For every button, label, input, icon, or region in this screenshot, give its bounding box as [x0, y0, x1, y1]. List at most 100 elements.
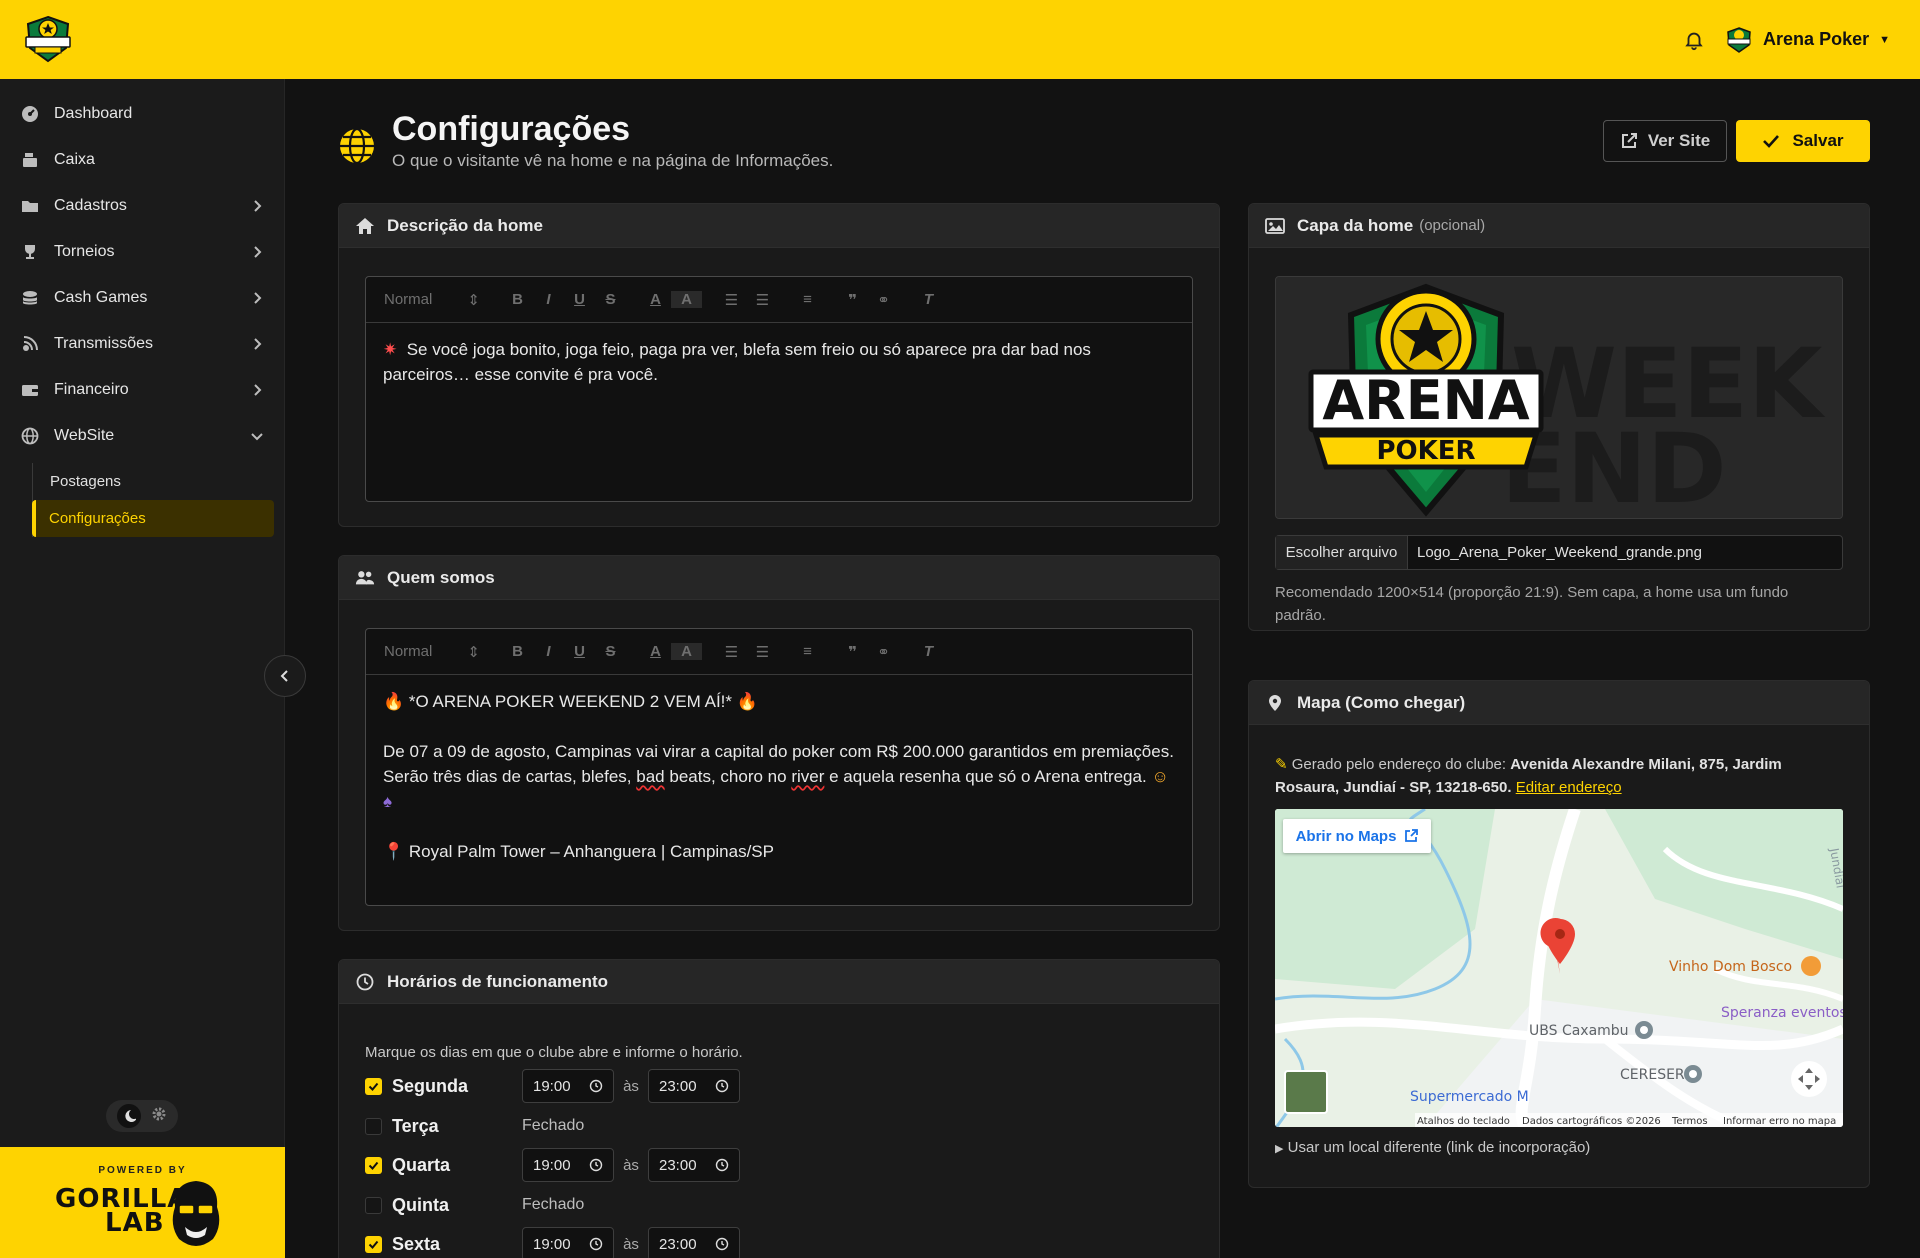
moon-icon[interactable] — [117, 1104, 141, 1128]
map-pin-icon — [1265, 693, 1285, 713]
sidebar-item-torneios[interactable]: Torneios — [0, 229, 284, 275]
magic-wand-icon: ✎ — [1275, 756, 1288, 773]
home-icon — [355, 216, 375, 236]
use-other-location-toggle[interactable]: ▶ Usar um local diferente (link de incor… — [1275, 1139, 1590, 1156]
sidebar-item-financeiro[interactable]: Financeiro — [0, 367, 284, 413]
time-separator: às — [623, 1077, 639, 1095]
open-in-maps-button[interactable]: Abrir no Maps — [1283, 819, 1431, 853]
clear-format-icon[interactable]: T — [913, 643, 944, 660]
day-checkbox[interactable] — [365, 1196, 382, 1214]
background-color-icon[interactable]: A — [671, 643, 702, 660]
bullet-list-icon[interactable]: ☰ — [747, 643, 778, 661]
quote-icon[interactable]: ❞ — [837, 291, 868, 309]
quote-icon[interactable]: ❞ — [837, 643, 868, 661]
align-icon[interactable]: ≡ — [792, 643, 823, 660]
strike-icon[interactable]: S — [595, 643, 626, 660]
sidebar-subitem-configuracoes[interactable]: Configurações — [32, 500, 274, 537]
link-icon[interactable]: ⚭ — [868, 643, 899, 661]
chevron-right-icon — [254, 384, 262, 396]
sidebar-collapse-button[interactable] — [264, 655, 306, 697]
close-time-input[interactable]: 23:00 — [648, 1069, 740, 1103]
card-title: Descrição da home — [387, 215, 543, 235]
website-submenu: Postagens Configurações — [0, 463, 284, 537]
open-time-input[interactable]: 19:00 — [522, 1148, 614, 1182]
editor-content[interactable]: ✷ Se você joga bonito, joga feio, paga p… — [366, 323, 1192, 401]
time-value: 19:00 — [533, 1156, 571, 1174]
about-editor[interactable]: Normal ⇕ B I U S A A ☰ ☰ ≡ ❞ ⚭ T 🔥 *O AR… — [365, 628, 1193, 906]
gear-icon[interactable] — [151, 1106, 167, 1127]
clock-icon — [715, 1237, 729, 1251]
italic-icon[interactable]: I — [533, 643, 564, 660]
day-checkbox[interactable] — [365, 1117, 382, 1135]
sidebar-item-label: Caixa — [54, 151, 95, 168]
arena-poker-logo[interactable] — [22, 14, 74, 64]
ordered-list-icon[interactable]: ☰ — [716, 643, 747, 661]
text-color-icon[interactable]: A — [640, 291, 671, 308]
sidebar-item-label: Torneios — [54, 243, 115, 260]
clock-icon — [589, 1158, 603, 1172]
card-title: Horários de funcionamento — [387, 971, 609, 991]
format-select-label: Normal — [384, 290, 433, 308]
editor-content[interactable]: 🔥 *O ARENA POKER WEEKEND 2 VEM AÍ!* 🔥 De… — [366, 675, 1192, 878]
bullet-list-icon[interactable]: ☰ — [747, 291, 778, 309]
open-maps-label: Abrir no Maps — [1295, 827, 1397, 845]
day-name: Segunda — [392, 1075, 469, 1096]
closed-label: Fechado — [522, 1117, 585, 1134]
choose-file-button[interactable]: Escolher arquivo — [1276, 536, 1408, 569]
hours-row-segunda: Segunda 19:00 às 23:00 — [365, 1069, 740, 1103]
bold-icon[interactable]: B — [502, 291, 533, 308]
powered-by-footer[interactable]: POWERED BY GORILLA LAB — [0, 1147, 285, 1258]
home-description-editor[interactable]: Normal ⇕ B I U S A A ☰ ☰ ≡ ❞ ⚭ T ✷ Se vo… — [365, 276, 1193, 502]
theme-toggle[interactable] — [106, 1100, 178, 1132]
view-site-button[interactable]: Ver Site — [1603, 120, 1727, 162]
ordered-list-icon[interactable]: ☰ — [716, 291, 747, 309]
bell-icon[interactable] — [1683, 29, 1705, 51]
format-select[interactable]: Normal ⇕ — [384, 291, 480, 309]
day-checkbox[interactable] — [365, 1156, 382, 1174]
file-name: Logo_Arena_Poker_Weekend_grande.png — [1417, 544, 1702, 561]
day-checkbox[interactable] — [365, 1235, 382, 1253]
open-time-input[interactable]: 19:00 — [522, 1069, 614, 1103]
underline-icon[interactable]: U — [564, 643, 595, 660]
day-checkbox[interactable] — [365, 1077, 382, 1095]
page-subtitle: O que o visitante vê na home e na página… — [392, 151, 834, 170]
sidebar-item-website[interactable]: WebSite — [0, 413, 284, 459]
hours-row-quinta: Quinta Fechado — [365, 1188, 584, 1222]
sidebar-item-cadastros[interactable]: Cadastros — [0, 183, 284, 229]
sidebar-subitem-postagens[interactable]: Postagens — [33, 463, 274, 500]
link-icon[interactable]: ⚭ — [868, 291, 899, 309]
time-value: 23:00 — [659, 1235, 697, 1253]
background-color-icon[interactable]: A — [671, 291, 702, 308]
map-address-info: ✎ Gerado pelo endereço do clube: Avenida… — [1275, 753, 1843, 799]
sidebar-item-label: Dashboard — [54, 105, 133, 122]
closed-label: Fechado — [522, 1196, 585, 1213]
sidebar-item-caixa[interactable]: Caixa — [0, 137, 284, 183]
fire-emoji-icon: 🔥 — [736, 692, 758, 711]
smile-emoji-icon: ☺ — [1151, 767, 1169, 786]
underline-icon[interactable]: U — [564, 291, 595, 308]
italic-icon[interactable]: I — [533, 291, 564, 308]
close-time-input[interactable]: 23:00 — [648, 1227, 740, 1258]
card-header: Quem somos — [339, 556, 1219, 600]
cash-register-icon — [20, 150, 40, 170]
close-time-input[interactable]: 23:00 — [648, 1148, 740, 1182]
bold-icon[interactable]: B — [502, 643, 533, 660]
text-color-icon[interactable]: A — [640, 643, 671, 660]
sidebar-item-cash-games[interactable]: Cash Games — [0, 275, 284, 321]
clear-format-icon[interactable]: T — [913, 291, 944, 308]
format-select[interactable]: Normal ⇕ — [384, 643, 480, 661]
sidebar-item-dashboard[interactable]: Dashboard — [0, 91, 284, 137]
user-menu[interactable]: Arena Poker ▼ — [1725, 26, 1890, 54]
map-embed[interactable]: Vinho Dom Bosco Speranza eventos UBS Cax… — [1275, 809, 1843, 1127]
edit-address-link[interactable]: Editar endereço — [1516, 779, 1622, 796]
folder-icon — [20, 196, 40, 216]
sidebar-item-transmissoes[interactable]: Transmissões — [0, 321, 284, 367]
save-button[interactable]: Salvar — [1736, 120, 1870, 162]
cover-file-input[interactable]: Escolher arquivo Logo_Arena_Poker_Weeken… — [1275, 535, 1843, 570]
cover-help-text: Recomendado 1200×514 (proporção 21:9). S… — [1275, 584, 1789, 624]
open-time-input[interactable]: 19:00 — [522, 1227, 614, 1258]
align-icon[interactable]: ≡ — [792, 291, 823, 308]
strike-icon[interactable]: S — [595, 291, 626, 308]
card-title: Capa da home — [1297, 215, 1414, 235]
save-label: Salvar — [1792, 131, 1844, 150]
